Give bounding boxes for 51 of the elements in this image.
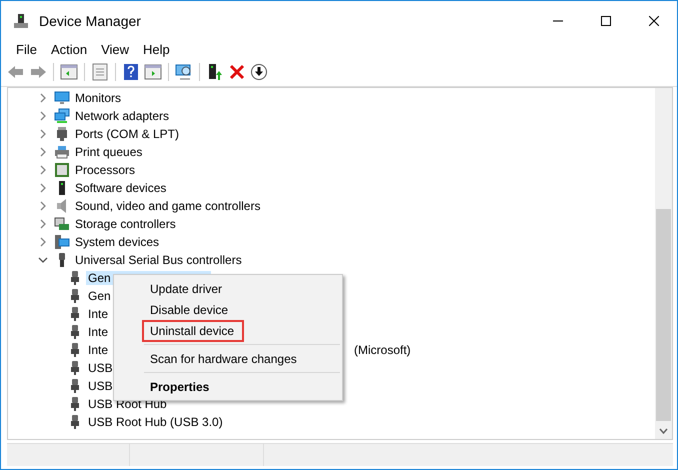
- scan-monitor-icon[interactable]: [175, 63, 193, 81]
- printer-icon: [54, 144, 70, 160]
- tree-item[interactable]: Universal Serial Bus controllers: [73, 253, 244, 267]
- app-icon: [13, 12, 29, 28]
- processor-icon: [54, 162, 70, 178]
- help-icon[interactable]: [122, 63, 140, 81]
- port-icon: [54, 126, 70, 142]
- monitor-icon: [54, 90, 70, 106]
- tree-item[interactable]: Storage controllers: [73, 217, 178, 231]
- tree-item[interactable]: Ports (COM & LPT): [73, 127, 182, 141]
- tree-item[interactable]: USB: [86, 379, 115, 393]
- scrollbar[interactable]: [655, 88, 672, 439]
- tree-item[interactable]: Processors: [73, 163, 138, 177]
- tree-item[interactable]: Inte: [86, 307, 110, 321]
- menu-item[interactable]: Properties: [142, 376, 220, 398]
- forward-icon[interactable]: [29, 63, 47, 81]
- tree-item[interactable]: Network adapters: [73, 109, 172, 123]
- tree-item[interactable]: Gen: [86, 289, 113, 303]
- tree-item[interactable]: USB Root Hub (USB 3.0): [86, 415, 225, 429]
- console-tree-icon[interactable]: [60, 63, 78, 81]
- tree-item[interactable]: Sound, video and game controllers: [73, 199, 262, 213]
- download-icon[interactable]: [250, 63, 268, 81]
- tree-item[interactable]: Inte: [86, 343, 110, 357]
- maximize-icon[interactable]: [601, 16, 611, 26]
- menu-item[interactable]: Action: [44, 42, 94, 56]
- scroll-thumb[interactable]: [656, 209, 671, 421]
- action-pane-icon[interactable]: [144, 63, 162, 81]
- menu-item[interactable]: Scan for hardware changes: [142, 348, 307, 370]
- properties-sheet-icon[interactable]: [91, 63, 109, 81]
- tree-item[interactable]: USB: [86, 361, 115, 375]
- system-icon: [54, 234, 70, 250]
- scroll-down-icon[interactable]: [658, 426, 669, 437]
- menu-item[interactable]: View: [94, 42, 136, 56]
- window-title: Device Manager: [39, 12, 142, 28]
- close-icon[interactable]: [649, 16, 659, 26]
- tree-item[interactable]: System devices: [73, 235, 162, 249]
- tree-item-text: (Microsoft): [354, 343, 411, 357]
- tree-item[interactable]: Software devices: [73, 181, 168, 195]
- delete-icon[interactable]: [228, 63, 246, 81]
- menu-item[interactable]: Uninstall device: [142, 320, 244, 342]
- menu-item[interactable]: Disable device: [142, 298, 238, 320]
- menu-item[interactable]: Update driver: [142, 278, 232, 300]
- tree-item[interactable]: Inte: [86, 325, 110, 339]
- menu-item[interactable]: Help: [136, 42, 177, 56]
- menu-item[interactable]: File: [9, 42, 44, 56]
- update-driver-icon[interactable]: [206, 63, 224, 81]
- tree-item[interactable]: Print queues: [73, 145, 144, 159]
- storage-icon: [54, 216, 70, 232]
- network-icon: [54, 108, 70, 124]
- tree-item[interactable]: Monitors: [73, 91, 124, 105]
- back-icon[interactable]: [7, 63, 25, 81]
